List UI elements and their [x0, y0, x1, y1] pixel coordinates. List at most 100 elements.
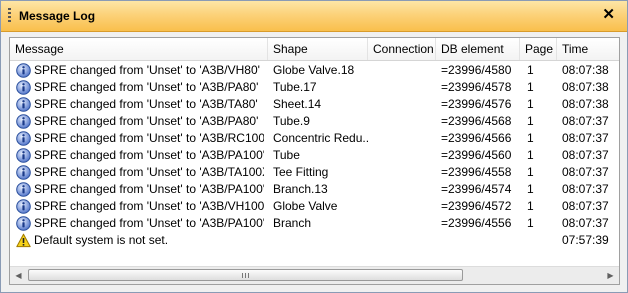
column-header-message[interactable]: Message — [10, 38, 268, 60]
message-cell: SPRE changed from 'Unset' to 'A3B/PA80' — [34, 114, 259, 128]
scrollbar-thumb[interactable] — [28, 269, 463, 281]
table-row[interactable]: SPRE changed from 'Unset' to 'A3B/PA80' T… — [10, 79, 619, 96]
column-header-page[interactable]: Page — [520, 38, 557, 60]
shape-cell: Tee Fitting — [273, 165, 329, 179]
table-row[interactable]: SPRE changed from 'Unset' to 'A3B/PA80' T… — [10, 113, 619, 130]
time-cell: 08:07:38 — [562, 80, 609, 94]
message-cell: SPRE changed from 'Unset' to 'A3B/PA80' — [34, 80, 259, 94]
connection-cell — [373, 232, 436, 249]
shape-cell — [273, 232, 368, 249]
page-cell: 1 — [527, 165, 534, 179]
time-cell: 08:07:37 — [562, 199, 609, 213]
time-cell: 08:07:37 — [562, 148, 609, 162]
message-rows: SPRE changed from 'Unset' to 'A3B/VH80' G… — [10, 62, 619, 249]
db-element-cell: =23996/4576 — [441, 97, 512, 111]
time-cell: 08:07:37 — [562, 114, 609, 128]
info-icon — [16, 165, 31, 180]
shape-cell: Tube — [273, 148, 300, 162]
page-cell: 1 — [527, 131, 534, 145]
table-row[interactable]: SPRE changed from 'Unset' to 'A3B/PA100'… — [10, 215, 619, 232]
page-cell: 1 — [527, 148, 534, 162]
window-title: Message Log — [19, 9, 96, 23]
shape-cell: Sheet.14 — [273, 97, 322, 111]
info-icon — [16, 114, 31, 129]
db-element-cell: =23996/4572 — [441, 199, 512, 213]
connection-cell — [373, 62, 436, 79]
shape-cell: Branch.13 — [273, 182, 328, 196]
page-cell: 1 — [527, 63, 534, 77]
connection-cell — [373, 164, 436, 181]
message-cell: SPRE changed from 'Unset' to 'A3B/VH80' — [34, 63, 260, 77]
horizontal-scrollbar[interactable]: ◀ ▶ — [10, 266, 619, 284]
page-cell: 1 — [527, 216, 534, 230]
connection-cell — [373, 96, 436, 113]
time-cell: 07:57:39 — [562, 233, 609, 247]
grip-icon[interactable] — [8, 8, 11, 24]
info-icon — [16, 182, 31, 197]
table-row[interactable]: SPRE changed from 'Unset' to 'A3B/RC100X… — [10, 130, 619, 147]
table-row[interactable]: SPRE changed from 'Unset' to 'A3B/VH80' G… — [10, 62, 619, 79]
column-header-shape[interactable]: Shape — [268, 38, 368, 60]
column-header-db-element[interactable]: DB element — [436, 38, 520, 60]
page-cell: 1 — [527, 182, 534, 196]
info-icon — [16, 216, 31, 231]
time-cell: 08:07:37 — [562, 131, 609, 145]
time-cell: 08:07:37 — [562, 182, 609, 196]
db-element-cell: =23996/4578 — [441, 80, 512, 94]
page-cell: 1 — [527, 80, 534, 94]
shape-cell: Globe Valve — [273, 199, 338, 213]
scroll-right-icon[interactable]: ▶ — [602, 267, 619, 284]
db-element-cell — [441, 232, 520, 249]
connection-cell — [373, 198, 436, 215]
table-row[interactable]: Default system is not set. 07:57:39 — [10, 232, 619, 249]
message-list: Message Shape Connection DB element Page… — [9, 37, 620, 285]
db-element-cell: =23996/4556 — [441, 216, 512, 230]
time-cell: 08:07:37 — [562, 165, 609, 179]
message-cell: SPRE changed from 'Unset' to 'A3B/PA100' — [34, 182, 264, 196]
connection-cell — [373, 181, 436, 198]
info-icon — [16, 63, 31, 78]
connection-cell — [373, 130, 436, 147]
table-row[interactable]: SPRE changed from 'Unset' to 'A3B/PA100'… — [10, 147, 619, 164]
page-cell — [527, 232, 557, 249]
info-icon — [16, 80, 31, 95]
connection-cell — [373, 79, 436, 96]
info-icon — [16, 148, 31, 163]
title-bar[interactable]: Message Log ✕ — [1, 1, 627, 32]
table-row[interactable]: SPRE changed from 'Unset' to 'A3B/TA80' S… — [10, 96, 619, 113]
db-element-cell: =23996/4574 — [441, 182, 512, 196]
connection-cell — [373, 147, 436, 164]
info-icon — [16, 199, 31, 214]
message-cell: SPRE changed from 'Unset' to 'A3B/TA100X… — [34, 165, 264, 179]
table-row[interactable]: SPRE changed from 'Unset' to 'A3B/VH100'… — [10, 198, 619, 215]
shape-cell: Globe Valve.18 — [273, 63, 355, 77]
scroll-left-icon[interactable]: ◀ — [10, 267, 27, 284]
thumb-grip-icon — [241, 273, 250, 278]
table-row[interactable]: SPRE changed from 'Unset' to 'A3B/PA100'… — [10, 181, 619, 198]
shape-cell: Tube.17 — [273, 80, 317, 94]
shape-cell: Concentric Redu... — [273, 131, 368, 145]
message-cell: SPRE changed from 'Unset' to 'A3B/RC100X… — [34, 131, 264, 145]
info-icon — [16, 131, 31, 146]
info-icon — [16, 97, 31, 112]
message-cell: SPRE changed from 'Unset' to 'A3B/TA80' — [34, 97, 258, 111]
column-header-connection[interactable]: Connection — [368, 38, 436, 60]
time-cell: 08:07:38 — [562, 63, 609, 77]
message-log-window: Message Log ✕ Message Shape Connection D… — [0, 0, 628, 293]
db-element-cell: =23996/4558 — [441, 165, 512, 179]
connection-cell — [373, 215, 436, 232]
message-cell: SPRE changed from 'Unset' to 'A3B/PA100' — [34, 216, 264, 230]
page-cell: 1 — [527, 199, 534, 213]
warning-icon — [16, 233, 31, 248]
db-element-cell: =23996/4580 — [441, 63, 512, 77]
time-cell: 08:07:38 — [562, 97, 609, 111]
close-icon[interactable]: ✕ — [602, 7, 615, 23]
time-cell: 08:07:37 — [562, 216, 609, 230]
message-cell: Default system is not set. — [34, 233, 169, 247]
connection-cell — [373, 113, 436, 130]
page-cell: 1 — [527, 97, 534, 111]
column-header-time[interactable]: Time — [557, 38, 619, 60]
db-element-cell: =23996/4568 — [441, 114, 512, 128]
table-row[interactable]: SPRE changed from 'Unset' to 'A3B/TA100X… — [10, 164, 619, 181]
shape-cell: Tube.9 — [273, 114, 310, 128]
